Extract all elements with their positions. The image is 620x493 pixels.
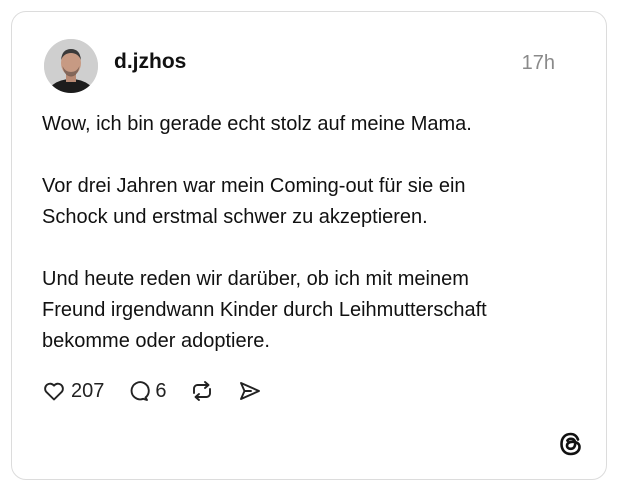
post-paragraph: Vor drei Jahren war mein Coming-out für … xyxy=(42,175,466,228)
reply-button[interactable]: 6 xyxy=(126,379,167,403)
post-paragraph: Wow, ich bin gerade echt stolz auf meine… xyxy=(42,113,472,135)
post-text: Wow, ich bin gerade echt stolz auf meine… xyxy=(42,109,582,357)
post-paragraph: Und heute reden wir darüber, ob ich mit … xyxy=(42,268,487,352)
like-button[interactable]: 207 xyxy=(42,379,104,403)
repost-button[interactable] xyxy=(189,379,215,403)
action-bar: 207 6 xyxy=(42,376,285,406)
share-button[interactable] xyxy=(237,379,263,403)
reply-count: 6 xyxy=(155,380,167,402)
avatar-photo xyxy=(44,39,98,93)
heart-icon xyxy=(42,379,66,403)
username[interactable]: d.jzhos xyxy=(114,50,186,74)
post-card: d.jzhos 17h Wow, ich bin gerade echt sto… xyxy=(11,11,607,480)
like-count: 207 xyxy=(71,380,105,402)
share-icon xyxy=(237,379,263,403)
repost-icon xyxy=(189,379,215,403)
avatar[interactable] xyxy=(44,39,98,93)
timestamp: 17h xyxy=(521,52,555,74)
threads-logo-icon xyxy=(558,431,584,457)
comment-icon xyxy=(126,379,151,403)
